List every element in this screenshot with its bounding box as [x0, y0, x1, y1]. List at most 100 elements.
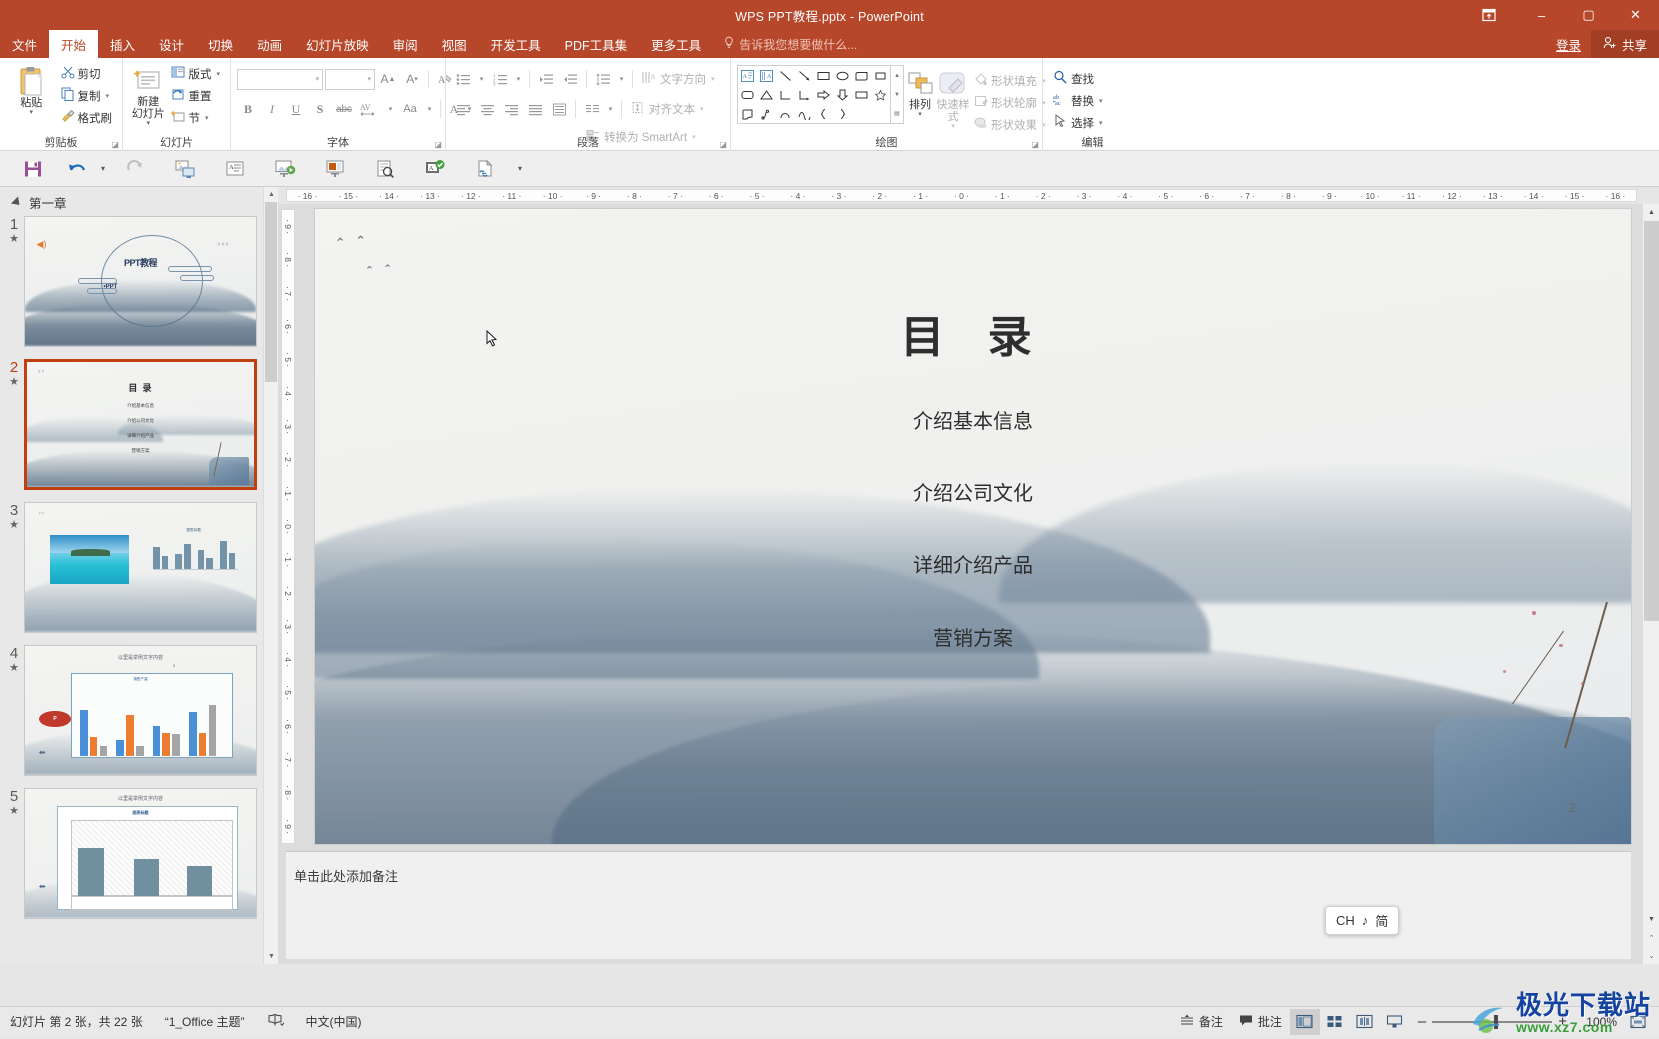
zoom-track[interactable] [1432, 1014, 1553, 1029]
change-case-button[interactable]: Aa [398, 99, 422, 120]
toc-item-4[interactable]: 营销方案 [315, 622, 1631, 651]
spell-check-icon[interactable]: A [410, 154, 460, 184]
character-spacing-button[interactable]: AV [357, 99, 383, 120]
previous-slide-icon[interactable]: ⌃ [1643, 929, 1659, 946]
zoom-out-button[interactable]: – [1418, 1013, 1426, 1030]
thumbnail-slide-1[interactable]: PPT教程 •PPT ◀) ᵛ ᵛ ᵛ [24, 216, 257, 347]
bold-button[interactable]: B [237, 99, 259, 120]
new-slide-button[interactable]: 新建 幻灯片 ▾ [129, 61, 167, 128]
shape-rounded-rect-icon[interactable] [738, 85, 757, 104]
ime-indicator[interactable]: CH ♪ 简 [1325, 906, 1400, 935]
font-name-input[interactable]: ▾ [237, 68, 323, 90]
shape-rectangle-icon[interactable] [814, 66, 833, 85]
columns-button[interactable] [581, 99, 603, 120]
cut-button[interactable]: 剪切 [57, 63, 117, 84]
notes-pane[interactable]: 单击此处添加备注 [286, 851, 1631, 959]
strikethrough-button[interactable]: abc [333, 99, 355, 120]
new-slide-caret-icon[interactable]: ▾ [146, 120, 150, 128]
reset-button[interactable]: 重置 [167, 85, 224, 106]
hyperlink-icon[interactable] [460, 154, 510, 184]
next-slide-icon[interactable]: ⌄ [1643, 947, 1659, 964]
horizontal-ruler[interactable]: · 16 · · 15 · · 14 · · 13 · · 12 · · 11 · · 10… [278, 187, 1659, 204]
section-button[interactable]: 节 ▾ [167, 107, 224, 128]
italic-button[interactable]: I [261, 99, 283, 120]
underline-button[interactable]: U [285, 99, 307, 120]
maximize-button[interactable]: ▢ [1565, 0, 1612, 30]
shape-gallery-scrollbar[interactable]: ▲ ▼ ▤ [890, 66, 903, 123]
comments-button[interactable]: 批注 [1231, 1009, 1290, 1035]
start-slideshow-icon[interactable] [160, 154, 210, 184]
shape-triangle-icon[interactable] [757, 85, 776, 104]
collapse-triangle-icon[interactable] [10, 196, 24, 209]
font-dialog-launcher[interactable]: ◪ [434, 140, 442, 149]
columns-caret-icon[interactable]: ▾ [605, 99, 616, 120]
tab-animations[interactable]: 动画 [245, 30, 294, 58]
shape-down-arrow-icon[interactable] [833, 85, 852, 104]
copy-button[interactable]: 复制 ▾ [57, 85, 117, 106]
tab-file[interactable]: 文件 [0, 30, 49, 58]
font-name-caret-icon[interactable]: ▾ [315, 75, 319, 83]
text-direction-caret-icon[interactable]: ▾ [711, 75, 715, 83]
slide-thumbnail-pane[interactable]: 第一章 1 ★ PPT教程 •PPT ◀) ᵛ ᵛ ᵛ 2 ★ 目 录 介绍基本… [0, 187, 278, 964]
slide-scroll-up-icon[interactable]: ▲ [1643, 204, 1659, 221]
shape-arc-icon[interactable] [776, 104, 795, 123]
normal-view-icon[interactable] [1289, 1008, 1320, 1035]
align-center-button[interactable] [476, 99, 498, 120]
share-button[interactable]: 共享 [1590, 30, 1659, 58]
undo-icon[interactable] [58, 154, 96, 184]
shape-right-arrow-icon[interactable] [814, 85, 833, 104]
tab-design[interactable]: 设计 [147, 30, 196, 58]
present-current-icon[interactable] [260, 154, 310, 184]
tab-slideshow[interactable]: 幻灯片放映 [294, 30, 381, 58]
tell-me-search[interactable]: 告诉我您想要做什么... [723, 30, 857, 58]
tab-view[interactable]: 视图 [430, 30, 479, 58]
tab-more-tools[interactable]: 更多工具 [639, 30, 713, 58]
slide-scroll-down-icon[interactable]: ▼ [1643, 911, 1659, 928]
bullets-caret-icon[interactable]: ▾ [476, 69, 487, 90]
clipboard-dialog-launcher[interactable]: ◪ [111, 140, 119, 149]
decrease-font-size-icon[interactable]: A ▾ [401, 69, 423, 90]
align-left-button[interactable] [452, 99, 474, 120]
shape-flowchart-icon[interactable] [852, 85, 871, 104]
close-button[interactable]: ✕ [1612, 0, 1659, 30]
shape-gallery-more-icon[interactable]: ▤ [891, 104, 903, 123]
shape-extra2-icon[interactable] [871, 104, 890, 123]
slide-canvas[interactable]: ⌃ ⌃ ⌃ ⌃ 目 录 介绍基本信息 介绍公司文化 详细介绍产品 营销方案 2 [315, 209, 1631, 844]
scroll-up-icon[interactable]: ▲ [264, 187, 278, 202]
shape-fill-button[interactable]: 形状填充 ▾ [970, 70, 1050, 91]
notes-button[interactable]: 备注 [1172, 1009, 1231, 1035]
slide-title[interactable]: 目 录 [315, 301, 1631, 365]
change-case-caret-icon[interactable]: ▾ [424, 99, 435, 120]
shape-extra1-icon[interactable] [852, 104, 871, 123]
redo-icon[interactable] [110, 154, 160, 184]
layout-button[interactable]: 版式 ▾ [167, 63, 224, 84]
tab-pdf-tools[interactable]: PDF工具集 [553, 30, 640, 58]
arrange-caret-icon[interactable]: ▾ [918, 111, 922, 119]
theme-label[interactable]: “1_Office 主题” [165, 1013, 245, 1030]
undo-caret-icon[interactable]: ▾ [96, 154, 110, 184]
font-size-caret-icon[interactable]: ▾ [367, 75, 371, 83]
shape-more-icon[interactable] [871, 66, 890, 85]
paste-caret-icon[interactable]: ▾ [29, 109, 33, 117]
find-button[interactable]: 查找 [1049, 68, 1107, 89]
shape-effects-button[interactable]: 形状效果 ▾ [970, 114, 1050, 135]
shape-left-brace-icon[interactable] [814, 104, 833, 123]
zoom-slider[interactable]: – + [1410, 1013, 1575, 1030]
minimize-button[interactable]: – [1518, 0, 1565, 30]
numbering-button[interactable]: 123 [489, 69, 511, 90]
fit-to-window-icon[interactable] [1623, 1009, 1653, 1035]
character-spacing-caret-icon[interactable]: ▾ [385, 99, 396, 120]
align-text-button[interactable]: 对齐文本 ▾ [627, 99, 708, 120]
section-caret-icon[interactable]: ▾ [205, 114, 209, 122]
scroll-down-icon[interactable]: ▼ [264, 949, 278, 964]
qat-customize-icon[interactable]: ▾ [510, 154, 530, 184]
copy-caret-icon[interactable]: ▾ [106, 92, 110, 100]
reading-view-icon[interactable] [1350, 1009, 1380, 1035]
thumbnail-slide-2[interactable]: 目 录 介绍基本信息 介绍公司文化 详细介绍产品 营销方案 ᵛ ᵛ [24, 359, 257, 490]
text-direction-button[interactable]: A 文字方向 ▾ [638, 69, 719, 90]
paste-button[interactable]: 粘贴 ▾ [6, 61, 57, 117]
shape-ellipse-icon[interactable] [833, 66, 852, 85]
slide-count-label[interactable]: 幻灯片 第 2 张，共 22 张 [10, 1013, 143, 1030]
shape-line-icon[interactable] [776, 66, 795, 85]
distribute-text-button[interactable] [548, 99, 570, 120]
